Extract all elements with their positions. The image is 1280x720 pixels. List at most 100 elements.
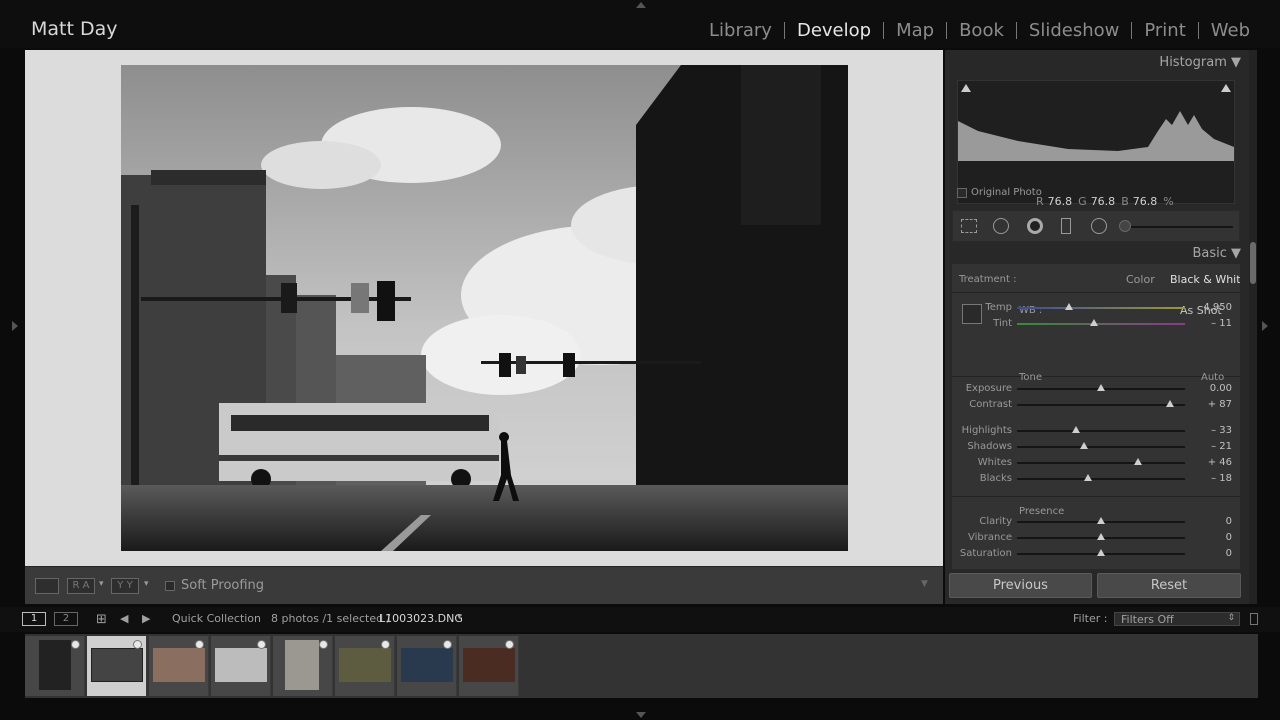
module-web[interactable]: Web (1199, 20, 1262, 41)
thumb-5[interactable] (273, 636, 333, 696)
shadow-clipping-icon[interactable] (961, 84, 971, 92)
vibrance-value[interactable]: 0 (1182, 532, 1232, 543)
saturation-value[interactable]: 0 (1182, 548, 1232, 559)
temp-slider-handle[interactable] (1065, 303, 1074, 310)
module-slideshow[interactable]: Slideshow (1017, 20, 1131, 41)
vibrance-slider-handle[interactable] (1097, 533, 1105, 540)
scroll-thumb[interactable] (1250, 242, 1256, 284)
blacks-value[interactable]: – 18 (1182, 473, 1232, 484)
thumb-6[interactable] (335, 636, 395, 696)
exposure-label: Exposure (965, 383, 1012, 394)
back-arrow-icon[interactable]: ◀ (120, 612, 128, 625)
shadows-value[interactable]: – 21 (1182, 441, 1232, 452)
temp-slider[interactable] (1017, 307, 1185, 309)
top-panel-toggle-icon[interactable] (636, 2, 646, 8)
clarity-slider-handle[interactable] (1097, 517, 1105, 524)
grid-icon[interactable]: ⊞ (96, 612, 107, 627)
spot-removal-icon[interactable] (993, 218, 1009, 234)
exposure-slider-handle[interactable] (1097, 384, 1105, 391)
filter-lock-icon[interactable] (1250, 613, 1258, 625)
loupe-view-button[interactable] (35, 578, 59, 594)
whites-label: Whites (977, 457, 1012, 468)
temp-value[interactable]: 4,950 (1182, 302, 1232, 313)
monitor-2-button[interactable]: 2 (54, 612, 78, 626)
histogram[interactable]: R 76.8 G 76.8 B 76.8% (957, 80, 1235, 208)
module-develop[interactable]: Develop (785, 20, 883, 41)
contrast-slider-handle[interactable] (1165, 400, 1174, 407)
toolbar-menu-icon[interactable]: ▼ (921, 579, 928, 589)
auto-tone-button[interactable]: Auto (1201, 372, 1224, 383)
presence-label: Presence (1019, 506, 1065, 517)
thumb-1[interactable] (25, 636, 85, 696)
selected-filename[interactable]: L1003023.DNG (379, 612, 463, 625)
module-library[interactable]: Library (697, 20, 784, 41)
right-panel-scrollbar[interactable] (1249, 50, 1257, 604)
before-after-split-button[interactable]: Y Y (111, 578, 139, 594)
thumb-8[interactable] (459, 636, 519, 696)
filmstrip (25, 634, 1258, 698)
loupe-viewer (25, 50, 943, 566)
exposure-value[interactable]: 0.00 (1182, 383, 1232, 394)
module-map[interactable]: Map (884, 20, 946, 41)
tint-slider-handle[interactable] (1090, 319, 1099, 326)
filter-select[interactable]: Filters Off ⇕ (1114, 612, 1240, 626)
highlight-clipping-icon[interactable] (1221, 84, 1231, 92)
red-eye-icon[interactable] (1027, 218, 1043, 234)
whites-slider[interactable] (1017, 462, 1185, 464)
left-panel-toggle-icon[interactable] (12, 321, 18, 331)
basic-panel: Treatment : Color Black & White WB : As … (952, 264, 1240, 569)
blacks-slider-handle[interactable] (1083, 474, 1092, 481)
badge-icon (319, 640, 328, 649)
before-after-menu-icon[interactable]: ▾ (99, 579, 104, 589)
tint-slider[interactable] (1017, 323, 1185, 325)
radial-filter-icon[interactable] (1091, 218, 1107, 234)
whites-value[interactable]: + 46 (1182, 457, 1232, 468)
histogram-header[interactable]: Histogram ▼ (1159, 55, 1241, 70)
basic-header[interactable]: Basic ▼ (1192, 246, 1241, 261)
saturation-slider-handle[interactable] (1097, 549, 1105, 556)
contrast-label: Contrast (969, 399, 1012, 410)
tint-value[interactable]: – 11 (1182, 318, 1232, 329)
thumb-3[interactable] (149, 636, 209, 696)
reset-button[interactable]: Reset (1097, 573, 1241, 598)
source-label[interactable]: Quick Collection (172, 612, 261, 625)
filename-menu-icon[interactable]: ▾ (457, 612, 462, 622)
treatment-color-option[interactable]: Color (1126, 273, 1155, 286)
module-book[interactable]: Book (947, 20, 1016, 41)
adjustment-brush-icon[interactable] (1119, 220, 1131, 232)
highlights-slider[interactable] (1017, 430, 1185, 432)
contrast-slider[interactable] (1017, 404, 1185, 406)
highlights-value[interactable]: – 33 (1182, 425, 1232, 436)
module-print[interactable]: Print (1132, 20, 1197, 41)
vibrance-label: Vibrance (968, 532, 1012, 543)
thumb-4[interactable] (211, 636, 271, 696)
right-panel-toggle-icon[interactable] (1262, 321, 1268, 331)
collapse-triangle-icon: ▼ (1231, 55, 1241, 70)
treatment-bw-option[interactable]: Black & White (1170, 273, 1240, 286)
contrast-value[interactable]: + 87 (1182, 399, 1232, 410)
filmstrip-bar: 1 2 ⊞ ◀ ▶ Quick Collection 8 photos /1 s… (0, 607, 1280, 632)
clarity-value[interactable]: 0 (1182, 516, 1232, 527)
before-after-button[interactable]: R A (67, 578, 95, 594)
graduated-filter-icon[interactable] (1061, 218, 1071, 234)
main-photo[interactable] (121, 65, 848, 551)
original-photo-checkbox[interactable] (957, 188, 967, 198)
soft-proofing-checkbox[interactable] (165, 581, 175, 591)
thumb-7[interactable] (397, 636, 457, 696)
badge-icon (71, 640, 80, 649)
previous-button[interactable]: Previous (949, 573, 1092, 598)
split-menu-icon[interactable]: ▾ (144, 579, 149, 589)
thumb-2[interactable] (87, 636, 147, 696)
shadows-slider-handle[interactable] (1080, 442, 1089, 449)
forward-arrow-icon[interactable]: ▶ (142, 612, 150, 625)
whites-slider-handle[interactable] (1133, 458, 1142, 465)
module-picker: Library Develop Map Book Slideshow Print… (697, 20, 1262, 41)
bottom-panel-toggle-icon[interactable] (636, 712, 646, 718)
crop-tool-icon[interactable] (961, 219, 977, 233)
lightroom-window: Matt Day Library Develop Map Book Slides… (0, 0, 1280, 720)
shadows-slider[interactable] (1017, 446, 1185, 448)
highlights-slider-handle[interactable] (1071, 426, 1080, 433)
adjustment-brush-slider[interactable] (1121, 226, 1233, 228)
blacks-slider[interactable] (1017, 478, 1185, 480)
monitor-1-button[interactable]: 1 (22, 612, 46, 626)
